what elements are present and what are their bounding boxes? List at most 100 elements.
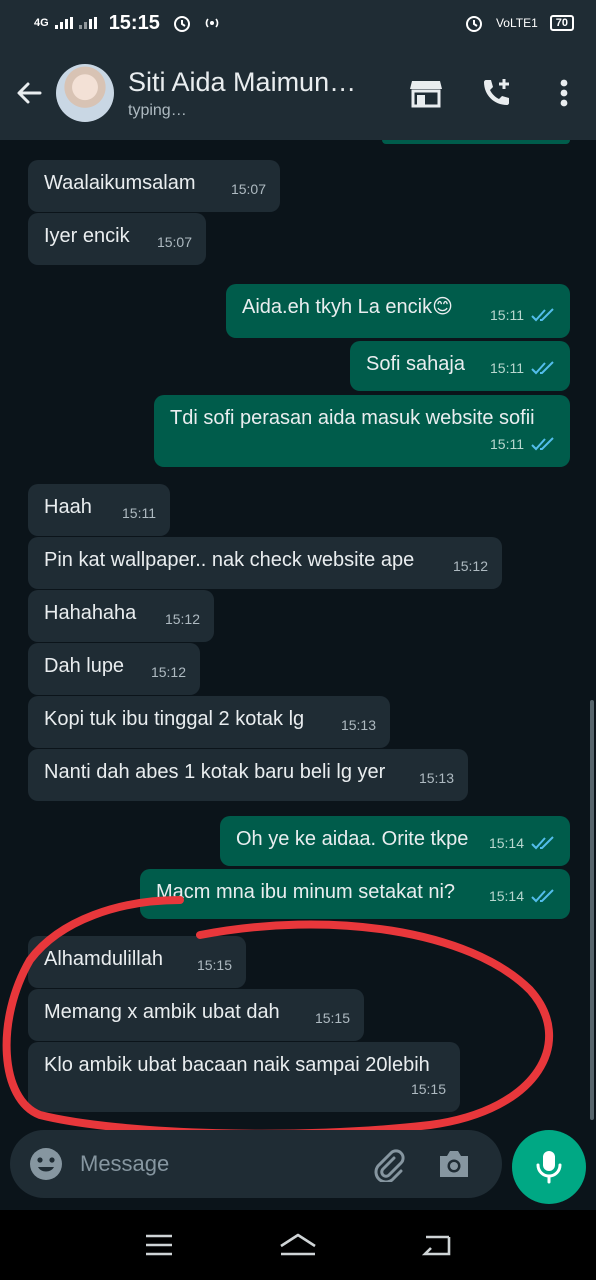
message-time: 15:11 xyxy=(490,431,556,457)
volte-indicator: VoLTE1 xyxy=(495,16,538,30)
contact-info[interactable]: Siti Aida Maimun… typing… xyxy=(128,67,386,120)
outgoing-message[interactable]: Sofi sahaja 15:11 xyxy=(350,341,570,391)
add-call-icon xyxy=(484,79,509,105)
time-label: 15:12 xyxy=(164,611,200,627)
incoming-message[interactable]: Iyer encik 15:07 xyxy=(28,213,206,265)
time-label: 15:14 xyxy=(488,888,524,904)
alarm-icon xyxy=(173,16,190,32)
time-label: 15:11 xyxy=(122,505,156,521)
message-text: Waalaikumsalam xyxy=(44,172,196,194)
message-text: Macm mna ibu minum setakat ni? xyxy=(156,881,456,903)
message-text: Klo ambik ubat bacaan naik sampai 20lebi… xyxy=(44,1054,430,1076)
home-button[interactable] xyxy=(268,1220,328,1270)
incoming-message[interactable]: Pin kat wallpaper.. nak check website ap… xyxy=(28,537,502,589)
avatar[interactable] xyxy=(56,64,114,122)
incoming-message[interactable]: Haah 15:11 xyxy=(28,484,170,536)
time-label: 15:15 xyxy=(410,1081,446,1097)
message-time: 15:11 xyxy=(490,302,556,328)
paperclip-icon xyxy=(374,1149,405,1182)
signal-bars-icon xyxy=(54,17,73,29)
time-label: 15:14 xyxy=(488,835,524,851)
more-vert-icon xyxy=(560,79,568,107)
time-label: 15:13 xyxy=(340,717,376,733)
read-receipt-icon xyxy=(531,836,554,850)
time-label: 15:15 xyxy=(196,957,232,973)
incoming-message[interactable]: Nanti dah abes 1 kotak baru beli lg yer … xyxy=(28,749,468,801)
message-time: 15:15 xyxy=(411,1076,446,1102)
message-text: Dah lupe xyxy=(44,655,125,677)
back-button[interactable] xyxy=(4,63,54,123)
message-time: 15:15 xyxy=(315,1005,350,1031)
message-text: Oh ye ke aidaa. Orite tkpe xyxy=(236,828,469,850)
message-text: Iyer encik xyxy=(44,225,130,247)
incoming-message[interactable]: Klo ambik ubat bacaan naik sampai 20lebi… xyxy=(28,1042,460,1112)
message-text: Kopi tuk ibu tinggal 2 kotak lg xyxy=(44,708,305,730)
signal-indicator: 4G xyxy=(34,17,97,29)
emoji-button[interactable] xyxy=(22,1140,70,1188)
message-time: 15:14 xyxy=(489,883,556,909)
outgoing-message[interactable]: Aida.eh tkyh La encik😊 15:11 xyxy=(226,284,570,338)
system-navigation-bar xyxy=(0,1210,596,1280)
composer-bar xyxy=(0,1130,596,1210)
message-text: Aida.eh tkyh La encik😊 xyxy=(242,296,453,318)
read-receipt-icon xyxy=(531,308,554,322)
message-text: Tdi sofi perasan aida masuk website sofi… xyxy=(170,407,535,429)
incoming-message[interactable]: Dah lupe 15:12 xyxy=(28,643,200,695)
time-label: 15:11 xyxy=(490,360,524,376)
message-input[interactable] xyxy=(80,1151,350,1177)
camera-button[interactable] xyxy=(430,1140,478,1188)
shop-button[interactable] xyxy=(396,63,456,123)
emoji-icon xyxy=(30,1148,62,1180)
shop-icon xyxy=(410,81,442,108)
incoming-message[interactable]: Alhamdulillah 15:15 xyxy=(28,936,246,988)
time-label: 15:12 xyxy=(150,664,186,680)
incoming-message[interactable]: Kopi tuk ibu tinggal 2 kotak lg 15:13 xyxy=(28,696,390,748)
outgoing-message[interactable]: Macm mna ibu minum setakat ni? 15:14 xyxy=(140,869,570,919)
composer-field xyxy=(10,1130,502,1198)
message-time: 15:13 xyxy=(341,712,376,738)
clock: 15:15 xyxy=(108,11,160,34)
message-list[interactable]: Waalaikumsalam 15:07 Iyer encik 15:07 Ai… xyxy=(0,140,596,1130)
incoming-message[interactable]: Waalaikumsalam 15:07 xyxy=(28,160,280,212)
battery-icon: 70 xyxy=(549,15,574,31)
message-text: Pin kat wallpaper.. nak check website ap… xyxy=(44,549,415,571)
scrollbar[interactable] xyxy=(590,700,594,1120)
attach-button[interactable] xyxy=(364,1140,412,1188)
back-nav-icon xyxy=(421,1235,450,1256)
message-time: 15:12 xyxy=(453,553,488,579)
incoming-message[interactable]: Memang x ambik ubat dah 15:15 xyxy=(28,989,364,1041)
back-nav-button[interactable] xyxy=(407,1220,467,1270)
contact-name: Siti Aida Maimun… xyxy=(128,66,357,97)
outgoing-message[interactable]: Oh ye ke aidaa. Orite tkpe 15:14 xyxy=(220,816,570,866)
outgoing-message[interactable]: Tdi sofi perasan aida masuk website sofi… xyxy=(154,395,570,467)
microphone-icon xyxy=(536,1151,562,1184)
message-text: Memang x ambik ubat dah xyxy=(44,1001,280,1023)
add-call-button[interactable] xyxy=(466,63,526,123)
voice-record-button[interactable] xyxy=(512,1130,586,1204)
partial-message-bubble xyxy=(382,140,570,144)
message-time: 15:14 xyxy=(489,830,556,856)
network-type: 4G xyxy=(34,17,49,29)
read-receipt-icon xyxy=(531,437,554,451)
message-text: Sofi sahaja xyxy=(366,353,465,375)
camera-icon xyxy=(440,1151,468,1177)
home-icon xyxy=(280,1233,316,1256)
time-label: 15:15 xyxy=(314,1010,350,1026)
message-time: 15:12 xyxy=(151,659,186,685)
hotspot-icon xyxy=(205,18,219,28)
recents-button[interactable] xyxy=(129,1220,189,1270)
read-receipt-icon xyxy=(531,361,554,375)
message-time: 15:13 xyxy=(419,765,454,791)
more-options-button[interactable] xyxy=(534,63,594,123)
read-receipt-icon xyxy=(531,889,554,903)
message-text: Alhamdulillah xyxy=(44,948,163,970)
signal-bars-icon xyxy=(78,17,97,29)
incoming-message[interactable]: Hahahaha 15:12 xyxy=(28,590,214,642)
time-label: 15:12 xyxy=(452,558,488,574)
message-time: 15:11 xyxy=(122,500,156,526)
message-text: Hahahaha xyxy=(44,602,137,624)
time-label: 15:11 xyxy=(490,436,524,452)
back-arrow-icon xyxy=(17,82,42,104)
message-text: Haah xyxy=(44,496,92,518)
message-time: 15:11 xyxy=(490,355,556,381)
